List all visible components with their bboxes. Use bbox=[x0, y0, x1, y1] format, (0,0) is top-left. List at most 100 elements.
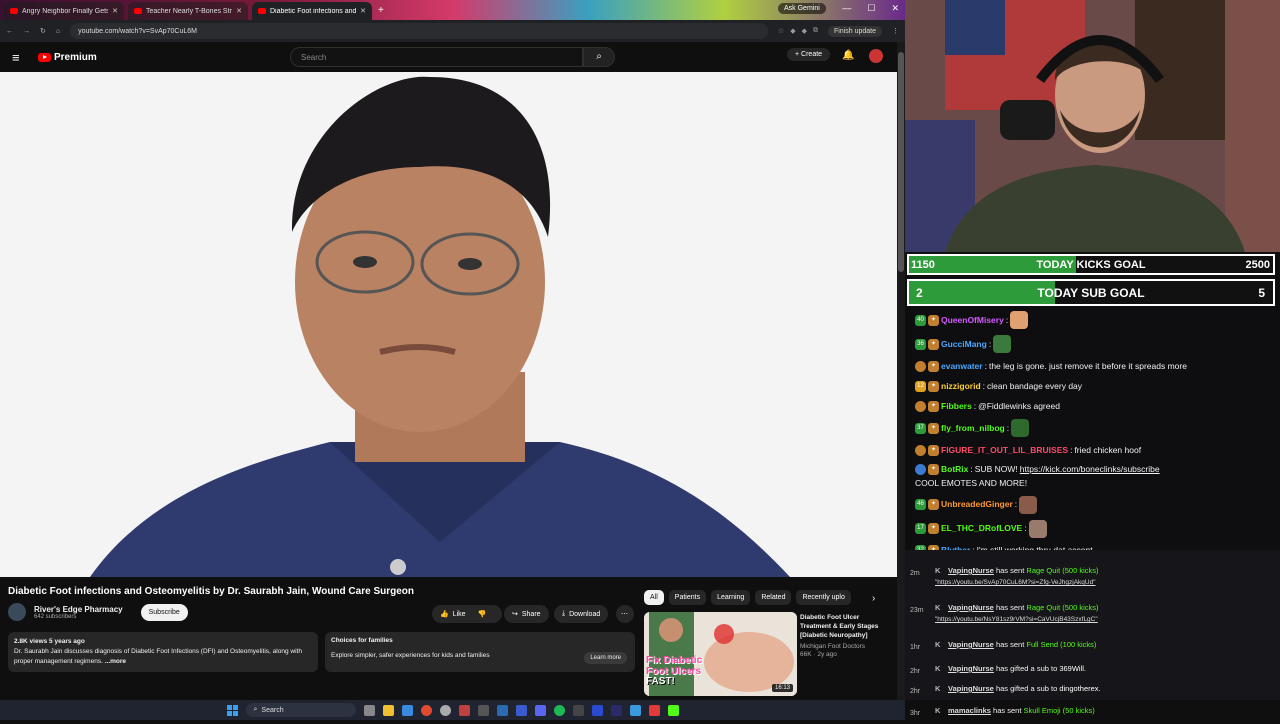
chat-link[interactable]: https://kick.com/boneclinks/subscribe bbox=[1020, 463, 1160, 475]
more-link[interactable]: ...more bbox=[105, 658, 126, 665]
like-button[interactable]: 👍 Like 👎 bbox=[432, 605, 502, 623]
app-icon[interactable] bbox=[439, 704, 451, 716]
youtube-logo[interactable]: Premium bbox=[38, 52, 97, 63]
tab-2[interactable]: Teacher Nearly T-Bones Strang ✕ bbox=[128, 2, 248, 20]
chevron-right-icon[interactable]: › bbox=[872, 593, 875, 604]
chat-username[interactable]: GucciMang bbox=[941, 338, 987, 350]
thumbs-down-icon[interactable]: 👎 bbox=[478, 610, 487, 618]
alert-user[interactable]: VapingNurse bbox=[948, 603, 994, 612]
back-icon[interactable]: ← bbox=[6, 28, 13, 35]
subscribe-button[interactable]: Subscribe bbox=[140, 603, 188, 621]
description-box[interactable]: 2.8K views 5 years ago Dr. Saurabh Jain … bbox=[8, 632, 318, 672]
chip-all[interactable]: All bbox=[644, 590, 664, 605]
close-icon[interactable]: ✕ bbox=[112, 7, 118, 15]
task-view-icon[interactable] bbox=[363, 704, 375, 716]
app-icon[interactable] bbox=[629, 704, 641, 716]
discord-icon[interactable] bbox=[534, 704, 546, 716]
channel-name[interactable]: River's Edge Pharmacy bbox=[34, 605, 123, 614]
kick-icon: K bbox=[935, 603, 941, 612]
app-icon[interactable] bbox=[572, 704, 584, 716]
steam-icon[interactable] bbox=[496, 704, 508, 716]
alert-user[interactable]: VapingNurse bbox=[948, 684, 994, 693]
youtube-play-icon bbox=[38, 52, 51, 62]
bookmark-icon[interactable]: ☆ bbox=[778, 27, 784, 35]
chip-patients[interactable]: Patients bbox=[668, 590, 707, 605]
chat-username[interactable]: UnbreadedGinger bbox=[941, 498, 1013, 510]
sub-target: 5 bbox=[1258, 286, 1265, 300]
share-button[interactable]: ↪ Share bbox=[504, 605, 549, 623]
app-icon[interactable] bbox=[591, 704, 603, 716]
url-field[interactable]: youtube.com/watch?v=SvAp70CuL6M bbox=[70, 23, 768, 39]
menu-icon[interactable]: ≡ bbox=[12, 50, 32, 65]
kick-badge-icon: ✦ bbox=[928, 380, 939, 392]
ask-gemini-button[interactable]: Ask Gemini bbox=[778, 3, 826, 14]
chat-username[interactable]: nizzigorid bbox=[941, 380, 981, 392]
forward-icon[interactable]: → bbox=[23, 28, 30, 35]
finish-update-button[interactable]: Finish update bbox=[827, 25, 882, 37]
recommended-thumbnail[interactable]: Fix Diabetic Foot Ulcers FAST! 16:13 bbox=[644, 612, 797, 696]
alert-item: 369Will. bbox=[1059, 664, 1087, 673]
app-icon[interactable] bbox=[515, 704, 527, 716]
chip-recently-uploaded[interactable]: Recently uplo bbox=[796, 590, 851, 605]
search-icon: ⌕ bbox=[596, 51, 602, 62]
chat-username[interactable]: QueenOfMisery bbox=[941, 314, 1004, 326]
premiere-icon[interactable] bbox=[610, 704, 622, 716]
edge-icon[interactable] bbox=[401, 704, 413, 716]
chat-username[interactable]: Fibbers bbox=[941, 400, 972, 412]
page-scrollbar[interactable] bbox=[897, 42, 905, 700]
chat-username[interactable]: FIGURE_IT_OUT_LIL_BRUISES bbox=[941, 444, 1068, 456]
close-icon[interactable]: ✕ bbox=[236, 7, 242, 15]
alert-user[interactable]: mamaclinks bbox=[948, 706, 991, 715]
avatar[interactable] bbox=[869, 49, 883, 63]
new-tab-button[interactable]: + bbox=[378, 5, 384, 16]
bell-icon[interactable]: 🔔 bbox=[842, 50, 854, 61]
close-icon[interactable]: ✕ bbox=[360, 7, 366, 15]
app-icon[interactable] bbox=[648, 704, 660, 716]
extension-icon[interactable]: ◆ bbox=[802, 27, 807, 35]
chrome-icon[interactable] bbox=[420, 704, 432, 716]
alert-user[interactable]: VapingNurse bbox=[948, 640, 994, 649]
chat-username[interactable]: evanwater bbox=[941, 360, 983, 372]
video-duration: 16:13 bbox=[771, 684, 793, 692]
maximize-icon[interactable]: ☐ bbox=[867, 3, 875, 14]
kick-icon[interactable] bbox=[667, 704, 679, 716]
reload-icon[interactable]: ↻ bbox=[40, 27, 46, 35]
alert-user[interactable]: VapingNurse bbox=[948, 566, 994, 575]
spotify-icon[interactable] bbox=[553, 704, 565, 716]
download-button[interactable]: ⤓ Download bbox=[554, 605, 609, 623]
minimize-icon[interactable]: — bbox=[842, 3, 851, 14]
recommended-title[interactable]: Diabetic Foot Ulcer Treatment & Early St… bbox=[800, 613, 892, 640]
windows-start-icon[interactable] bbox=[226, 704, 238, 716]
app-icon[interactable] bbox=[477, 704, 489, 716]
chat-username[interactable]: fly_from_nilbog bbox=[941, 422, 1005, 434]
alert-text: VapingNurse has gifted a sub to 369Will. bbox=[948, 664, 1086, 673]
obs-icon[interactable] bbox=[458, 704, 470, 716]
close-window-icon[interactable]: ✕ bbox=[891, 3, 899, 14]
chip-related[interactable]: Related bbox=[755, 590, 792, 605]
taskbar-search[interactable]: ⌕ Search bbox=[245, 703, 356, 717]
chat-username[interactable]: BotRix bbox=[941, 463, 968, 475]
recommended-info[interactable]: Diabetic Foot Ulcer Treatment & Early St… bbox=[800, 613, 892, 658]
more-icon[interactable]: ⋮ bbox=[892, 27, 899, 35]
puzzle-icon[interactable]: ⧉ bbox=[813, 27, 818, 35]
create-button[interactable]: + Create bbox=[787, 48, 831, 61]
tab-3[interactable]: Diabetic Foot infections and ✕ bbox=[252, 2, 372, 20]
alert-link[interactable]: "https://youtu.be/NsY81sz9rVM?si=CaVUcjB… bbox=[935, 616, 1098, 623]
alert-user[interactable]: VapingNurse bbox=[948, 664, 994, 673]
home-icon[interactable]: ⌂ bbox=[56, 28, 60, 35]
video-frame bbox=[0, 72, 897, 577]
chat-username[interactable]: EL_THC_DRofLOVE bbox=[941, 522, 1022, 534]
extension-icon[interactable]: ◆ bbox=[790, 27, 795, 35]
file-explorer-icon[interactable] bbox=[382, 704, 394, 716]
more-actions-button[interactable]: ⋯ bbox=[616, 605, 634, 623]
tab-1[interactable]: Angry Neighbor Finally Gets W✕ bbox=[4, 2, 124, 20]
learn-more-button[interactable]: Learn more bbox=[584, 652, 627, 664]
search-button[interactable]: ⌕ bbox=[583, 47, 615, 67]
chip-learning[interactable]: Learning bbox=[711, 590, 751, 605]
alert-link[interactable]: "https://youtu.be/SvAp70CuL6M?si=Zfg-VeJ… bbox=[935, 579, 1096, 586]
alert-age: 2hr bbox=[910, 688, 921, 695]
scrollbar-thumb[interactable] bbox=[898, 52, 904, 272]
channel-avatar[interactable] bbox=[8, 603, 26, 621]
search-input[interactable]: Search bbox=[290, 47, 583, 67]
video-player[interactable] bbox=[0, 72, 897, 577]
